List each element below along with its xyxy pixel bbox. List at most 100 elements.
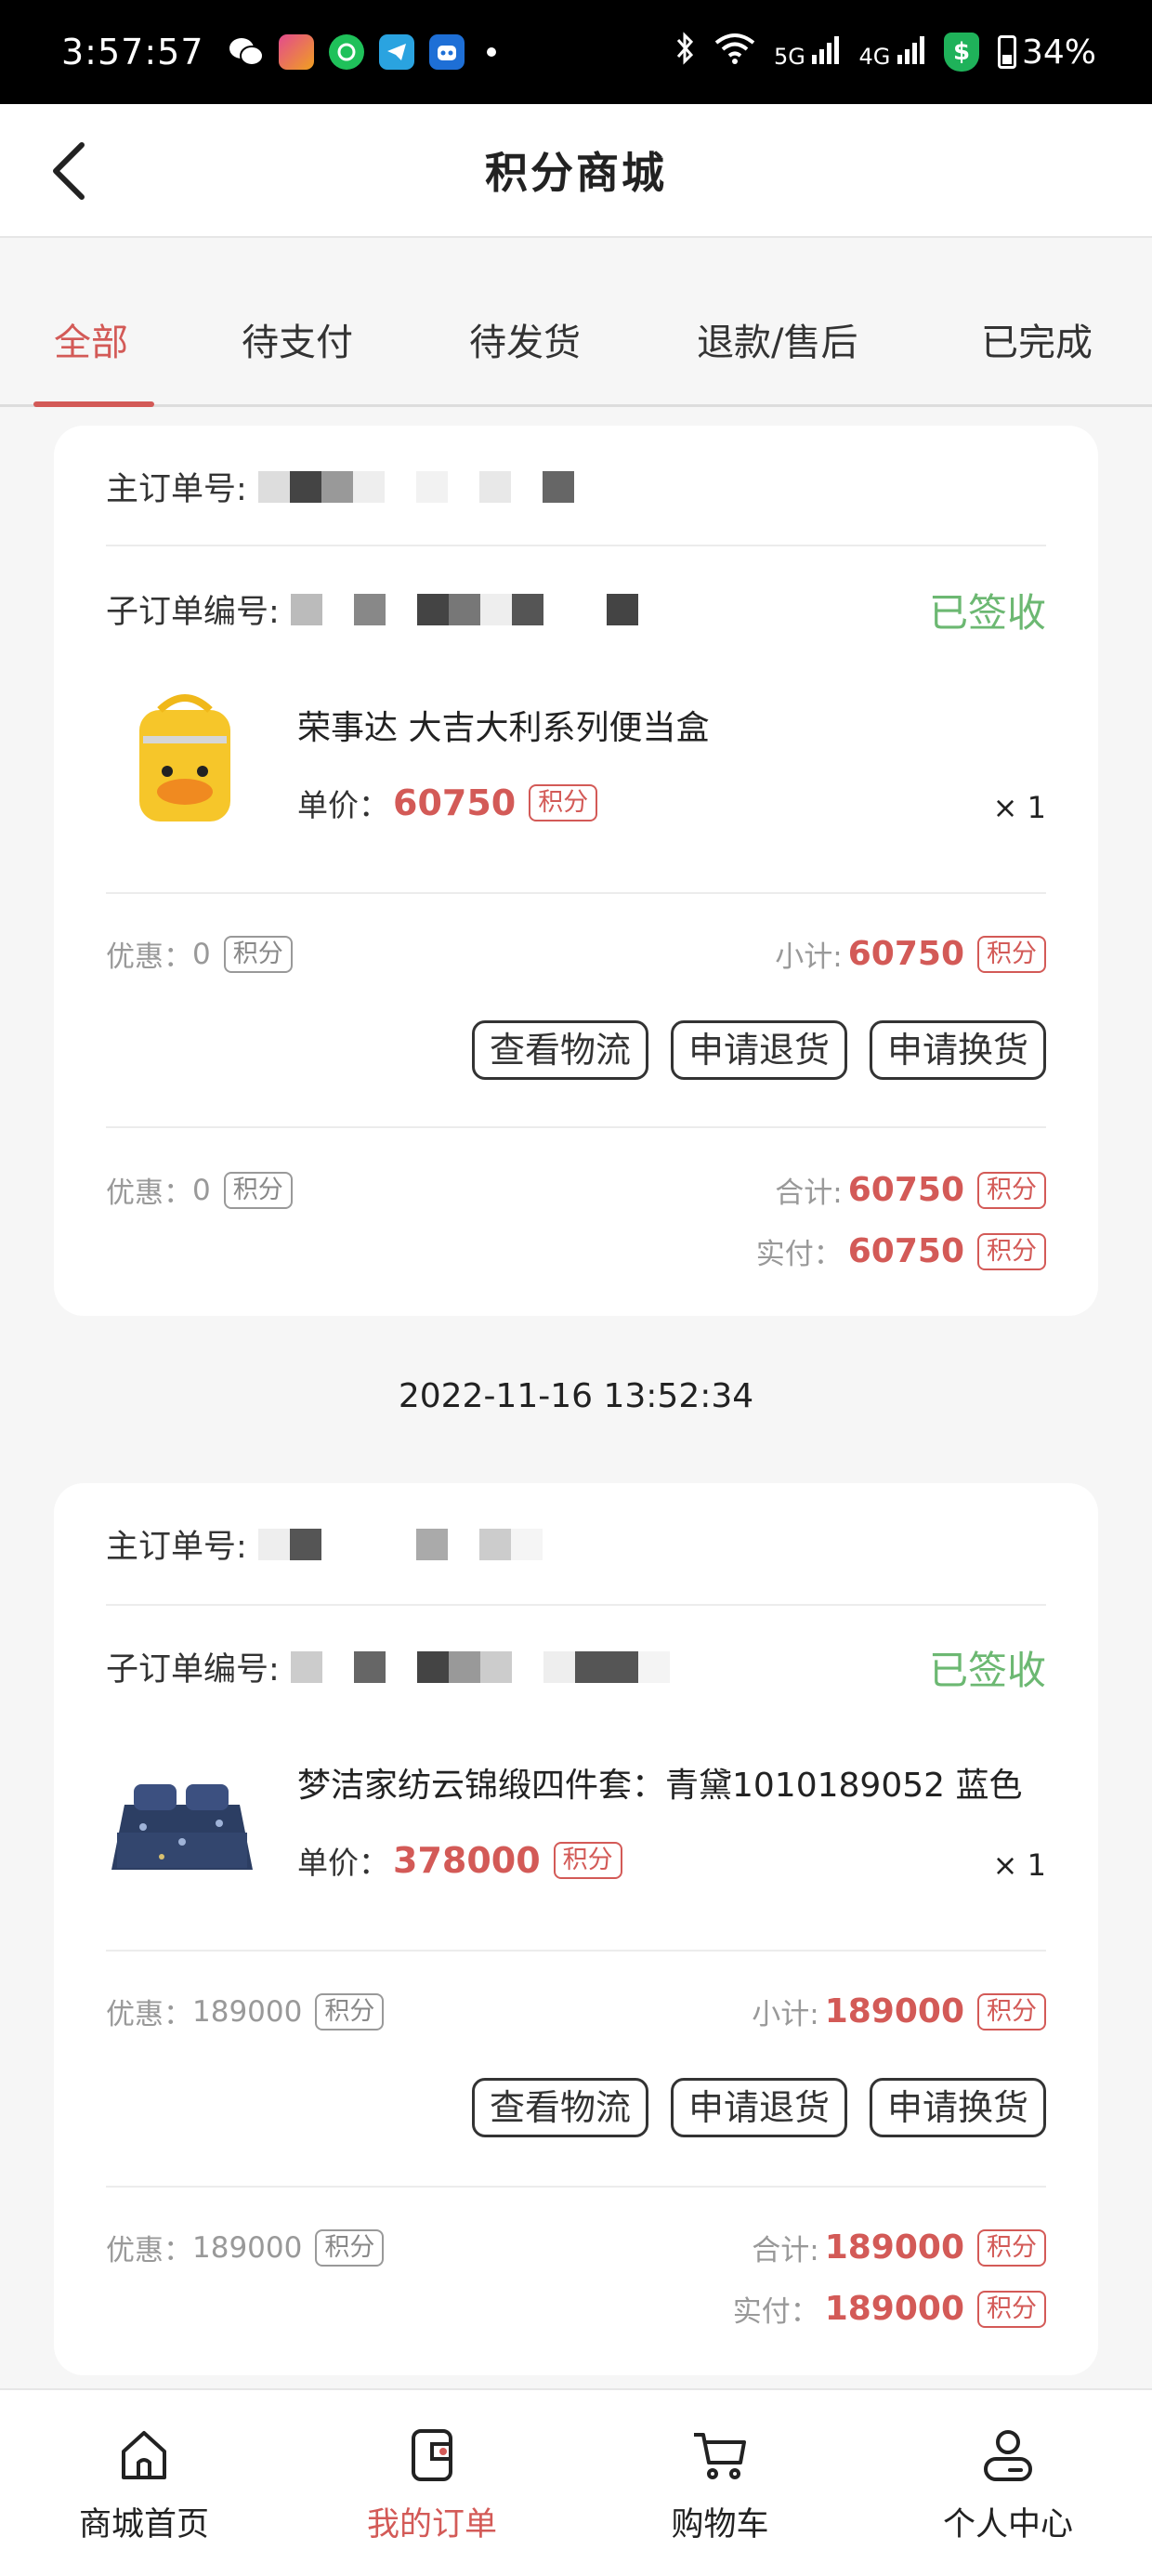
order-card: 主订单号: 子订单编号: 已签收 梦洁家纺云锦缎四件套：青黛1010189052… xyxy=(54,1483,1098,2375)
request-return-button[interactable]: 申请退货 xyxy=(670,2078,847,2137)
unit-price-label: 单价： xyxy=(297,1845,389,1881)
order-status: 已签收 xyxy=(928,590,1046,636)
net1-label: 5G xyxy=(773,44,805,70)
order-discount-row: 优惠： 189000 积分 xyxy=(106,2227,385,2268)
product-image[interactable] xyxy=(106,682,264,840)
paid-value: 189000 xyxy=(824,2290,964,2328)
tab-refund-aftersale[interactable]: 退款/售后 xyxy=(697,312,857,366)
request-exchange-button[interactable]: 申请换货 xyxy=(869,1020,1046,1080)
points-badge: 积分 xyxy=(977,1992,1046,2031)
discount-label: 优惠： xyxy=(106,1176,192,1210)
total-row: 合计: 60750 积分 xyxy=(775,1169,1046,1211)
quantity: × 1 xyxy=(992,790,1046,825)
battery-percent: 34% xyxy=(1021,33,1096,72)
nav-label: 个人中心 xyxy=(942,2506,1073,2543)
discount-value: 0 xyxy=(192,1173,211,1207)
paid-row: 实付： 60750 积分 xyxy=(756,1230,1046,1272)
unit-price-label: 单价： xyxy=(297,787,389,823)
wifi-icon xyxy=(714,32,755,73)
points-badge: 积分 xyxy=(223,935,293,973)
subtotal-row: 小计: 189000 积分 xyxy=(752,1991,1046,2032)
wechat-icon xyxy=(229,34,264,70)
divider xyxy=(106,1604,1046,1606)
main-order-number-redacted xyxy=(257,1528,543,1560)
app-header: 积分商城 xyxy=(0,104,1152,238)
points-badge: 积分 xyxy=(315,1992,385,2031)
active-tab-indicator xyxy=(33,401,154,407)
system-status: 5G 4G $ 34% xyxy=(675,31,1096,74)
back-button[interactable] xyxy=(41,141,97,201)
unit-price-value: 378000 xyxy=(393,1840,541,1881)
nav-cart[interactable]: 购物车 xyxy=(576,2390,864,2576)
battery-icon xyxy=(997,35,1016,69)
tab-all[interactable]: 全部 xyxy=(54,312,128,366)
view-logistics-button[interactable]: 查看物流 xyxy=(471,2078,648,2137)
sub-order-number-redacted xyxy=(290,593,638,625)
tab-completed[interactable]: 已完成 xyxy=(981,312,1093,366)
request-exchange-button[interactable]: 申请换货 xyxy=(869,2078,1046,2137)
bluetooth-icon xyxy=(675,31,696,74)
notification-icons xyxy=(229,34,496,70)
order-discount-row: 优惠： 0 积分 xyxy=(106,1169,293,1211)
nav-label: 商城首页 xyxy=(78,2506,209,2543)
total-value: 189000 xyxy=(824,2228,964,2267)
nav-label: 购物车 xyxy=(671,2506,769,2543)
item-discount-row: 优惠： 189000 积分 xyxy=(106,1991,385,2032)
nav-personal-center[interactable]: 个人中心 xyxy=(864,2390,1152,2576)
product-name[interactable]: 梦洁家纺云锦缎四件套：青黛1010189052 蓝色 xyxy=(297,1758,1023,1807)
request-return-button[interactable]: 申请退货 xyxy=(670,1020,847,1080)
sub-order-label: 子订单编号: xyxy=(106,594,280,631)
cart-icon xyxy=(694,2433,746,2479)
subtotal-value: 60750 xyxy=(847,935,964,973)
points-badge: 积分 xyxy=(977,935,1046,973)
order-datetime: 2022-11-16 13:52:34 xyxy=(398,1377,754,1415)
sub-order-label: 子订单编号: xyxy=(106,1651,280,1689)
paid-row: 实付： 189000 积分 xyxy=(733,2288,1046,2330)
divider xyxy=(106,1950,1046,1952)
order-status: 已签收 xyxy=(928,1648,1046,1693)
unit-price-row: 单价： 378000 积分 xyxy=(297,1838,622,1883)
item-discount-row: 优惠： 0 积分 xyxy=(106,933,293,975)
bottom-navigation: 商城首页 我的订单 购物车 个人中心 xyxy=(0,2388,1152,2576)
points-badge: 积分 xyxy=(553,1842,622,1879)
nav-label: 我的订单 xyxy=(366,2506,497,2543)
tab-pending-payment[interactable]: 待支付 xyxy=(242,312,353,366)
gallery-app-icon xyxy=(278,34,314,70)
page-title: 积分商城 xyxy=(485,148,667,198)
points-badge: 积分 xyxy=(223,1171,293,1209)
divider xyxy=(106,892,1046,894)
status-time: 3:57:57 xyxy=(61,32,204,72)
tab-pending-shipment[interactable]: 待发货 xyxy=(469,312,581,366)
unit-price-row: 单价： 60750 积分 xyxy=(297,781,598,825)
product-name[interactable]: 荣事达 大吉大利系列便当盒 xyxy=(297,701,709,749)
points-badge: 积分 xyxy=(529,784,598,821)
nav-my-orders[interactable]: 我的订单 xyxy=(288,2390,576,2576)
main-order-label: 主订单号: xyxy=(106,1529,247,1566)
order-actions: 查看物流 申请退货 申请换货 xyxy=(471,1020,1046,1080)
divider xyxy=(106,1126,1046,1128)
robot-app-icon xyxy=(428,34,465,70)
total-row: 合计: 189000 积分 xyxy=(752,2227,1046,2268)
user-icon xyxy=(984,2430,1032,2481)
product-image[interactable] xyxy=(106,1730,258,1888)
unit-price-value: 60750 xyxy=(393,782,517,823)
sub-order-number-redacted xyxy=(290,1650,670,1683)
sub-order-row: 子订单编号: xyxy=(106,585,1046,633)
main-order-number-redacted xyxy=(257,470,574,503)
divider xyxy=(106,545,1046,546)
subtotal-value: 189000 xyxy=(824,1992,964,2031)
main-order-row: 主订单号: xyxy=(106,1520,1046,1568)
nav-mall-home[interactable]: 商城首页 xyxy=(0,2390,288,2576)
battery-indicator: 34% xyxy=(997,33,1096,72)
points-badge: 积分 xyxy=(977,2290,1046,2328)
points-badge: 积分 xyxy=(977,1171,1046,1209)
discount-value: 189000 xyxy=(192,1994,303,2029)
discount-label: 优惠： xyxy=(106,2234,192,2267)
order-tabs: 全部 待支付 待发货 退款/售后 已完成 xyxy=(0,238,1152,407)
order-card: 主订单号: 子订单编号: 已签收 荣事达 大吉大利系列便当盒 单价： 60750… xyxy=(54,426,1098,1316)
view-logistics-button[interactable]: 查看物流 xyxy=(471,1020,648,1080)
net2-label: 4G xyxy=(858,44,891,70)
status-bar: 3:57:57 5G 4G $ 34% xyxy=(0,0,1152,104)
subtotal-label: 小计: xyxy=(752,1998,819,2031)
total-label: 合计: xyxy=(752,2234,819,2267)
